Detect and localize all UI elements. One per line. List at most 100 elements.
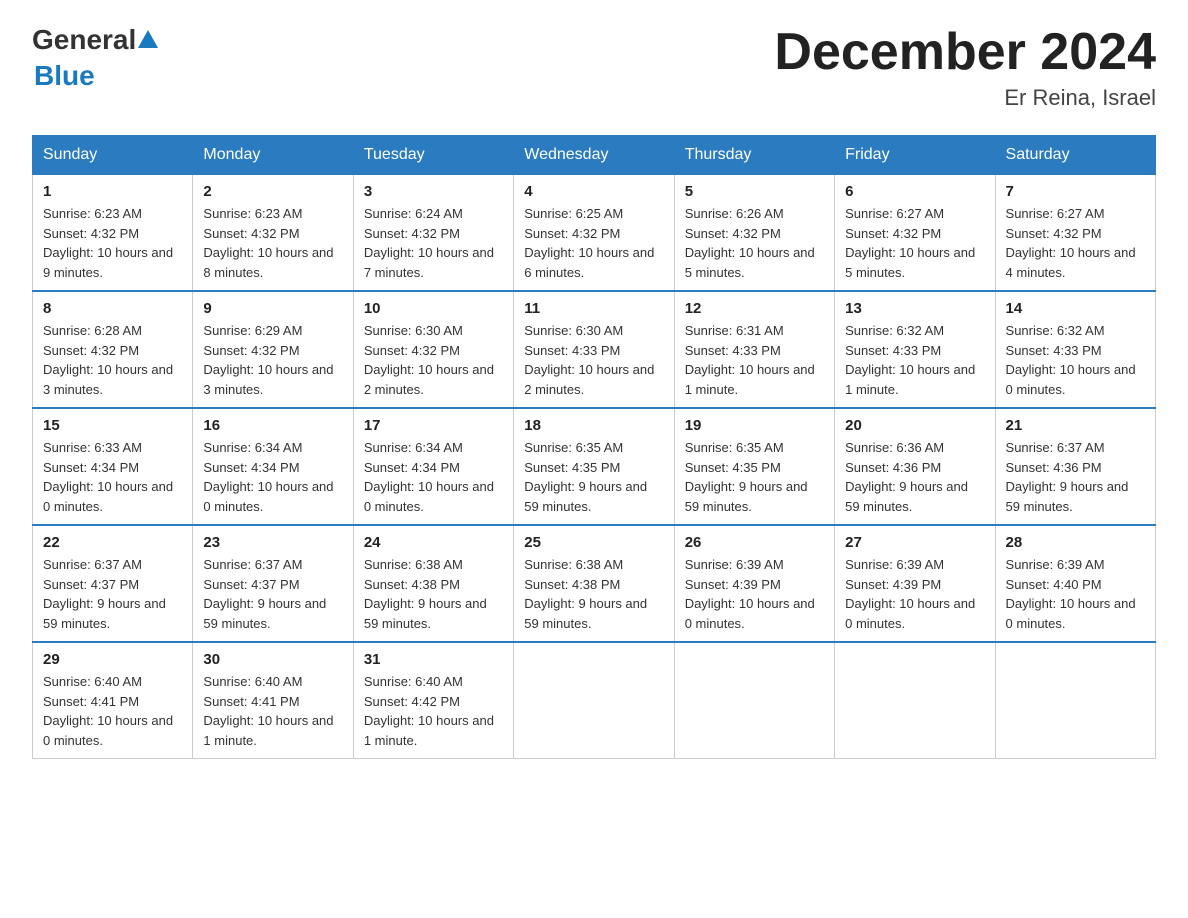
day-info: Sunrise: 6:29 AMSunset: 4:32 PMDaylight:… (203, 321, 342, 399)
logo-triangle-icon (138, 30, 158, 48)
day-cell: 30 Sunrise: 6:40 AMSunset: 4:41 PMDayligh… (193, 642, 353, 759)
week-row-4: 22Sunrise: 6:37 AMSunset: 4:37 PMDayligh… (33, 525, 1156, 642)
day-number: 23 (203, 534, 342, 551)
day-number: 31 (364, 651, 503, 668)
day-number: 18 (524, 417, 663, 434)
col-header-sunday: Sunday (33, 136, 193, 175)
day-cell: 5Sunrise: 6:26 AMSunset: 4:32 PMDaylight… (674, 175, 834, 292)
day-info: Sunrise: 6:32 AMSunset: 4:33 PMDaylight:… (845, 321, 984, 399)
day-number: 11 (524, 300, 663, 317)
page-header: General Blue December 2024 Er Reina, Isr… (32, 24, 1156, 111)
day-cell: 14Sunrise: 6:32 AMSunset: 4:33 PMDayligh… (995, 291, 1155, 408)
calendar-header: SundayMondayTuesdayWednesdayThursdayFrid… (33, 136, 1156, 175)
day-cell: 24 Sunrise: 6:38 AMSunset: 4:38 PMDayligh… (353, 525, 513, 642)
day-number: 14 (1006, 300, 1145, 317)
day-info: Sunrise: 6:30 AMSunset: 4:32 PMDaylight:… (364, 321, 503, 399)
calendar-body: 1 Sunrise: 6:23 AMSunset: 4:32 PMDaylight… (33, 175, 1156, 759)
day-cell (835, 642, 995, 759)
day-cell: 17 Sunrise: 6:34 AMSunset: 4:34 PMDayligh… (353, 408, 513, 525)
week-row-3: 15 Sunrise: 6:33 AMSunset: 4:34 PMDayligh… (33, 408, 1156, 525)
day-number: 20 (845, 417, 984, 434)
page-subtitle: Er Reina, Israel (774, 85, 1156, 111)
day-number: 7 (1006, 183, 1145, 200)
day-info: Sunrise: 6:25 AMSunset: 4:32 PMDaylight:… (524, 204, 663, 282)
day-info: Sunrise: 6:34 AMSunset: 4:34 PMDaylight:… (364, 438, 503, 516)
day-cell: 20 Sunrise: 6:36 AMSunset: 4:36 PMDayligh… (835, 408, 995, 525)
day-info: Sunrise: 6:23 AMSunset: 4:32 PMDaylight:… (43, 204, 182, 282)
day-info: Sunrise: 6:36 AMSunset: 4:36 PMDaylight:… (845, 438, 984, 516)
day-cell: 26 Sunrise: 6:39 AMSunset: 4:39 PMDayligh… (674, 525, 834, 642)
day-cell (674, 642, 834, 759)
day-number: 8 (43, 300, 182, 317)
day-number: 15 (43, 417, 182, 434)
day-info: Sunrise: 6:26 AMSunset: 4:32 PMDaylight:… (685, 204, 824, 282)
day-info: Sunrise: 6:37 AMSunset: 4:37 PMDaylight:… (203, 555, 342, 633)
logo-block: General Blue (32, 24, 158, 92)
week-row-1: 1 Sunrise: 6:23 AMSunset: 4:32 PMDaylight… (33, 175, 1156, 292)
day-cell: 22Sunrise: 6:37 AMSunset: 4:37 PMDayligh… (33, 525, 193, 642)
day-cell (995, 642, 1155, 759)
day-cell: 13 Sunrise: 6:32 AMSunset: 4:33 PMDayligh… (835, 291, 995, 408)
logo: General Blue (32, 24, 158, 92)
day-info: Sunrise: 6:39 AMSunset: 4:39 PMDaylight:… (685, 555, 824, 633)
day-cell: 15 Sunrise: 6:33 AMSunset: 4:34 PMDayligh… (33, 408, 193, 525)
day-number: 13 (845, 300, 984, 317)
day-info: Sunrise: 6:27 AMSunset: 4:32 PMDaylight:… (1006, 204, 1145, 282)
day-cell: 21Sunrise: 6:37 AMSunset: 4:36 PMDayligh… (995, 408, 1155, 525)
day-cell: 9 Sunrise: 6:29 AMSunset: 4:32 PMDaylight… (193, 291, 353, 408)
logo-blue-text: Blue (34, 60, 95, 91)
day-number: 30 (203, 651, 342, 668)
day-number: 27 (845, 534, 984, 551)
day-cell: 12Sunrise: 6:31 AMSunset: 4:33 PMDayligh… (674, 291, 834, 408)
day-number: 24 (364, 534, 503, 551)
day-cell: 28 Sunrise: 6:39 AMSunset: 4:40 PMDayligh… (995, 525, 1155, 642)
logo-general-text: General (32, 24, 136, 55)
day-info: Sunrise: 6:39 AMSunset: 4:40 PMDaylight:… (1006, 555, 1145, 633)
day-cell: 7 Sunrise: 6:27 AMSunset: 4:32 PMDaylight… (995, 175, 1155, 292)
day-info: Sunrise: 6:31 AMSunset: 4:33 PMDaylight:… (685, 321, 824, 399)
day-cell: 18 Sunrise: 6:35 AMSunset: 4:35 PMDayligh… (514, 408, 674, 525)
day-info: Sunrise: 6:27 AMSunset: 4:32 PMDaylight:… (845, 204, 984, 282)
day-cell: 6Sunrise: 6:27 AMSunset: 4:32 PMDaylight… (835, 175, 995, 292)
day-number: 29 (43, 651, 182, 668)
week-row-5: 29 Sunrise: 6:40 AMSunset: 4:41 PMDayligh… (33, 642, 1156, 759)
week-row-2: 8 Sunrise: 6:28 AMSunset: 4:32 PMDaylight… (33, 291, 1156, 408)
day-cell: 25Sunrise: 6:38 AMSunset: 4:38 PMDayligh… (514, 525, 674, 642)
day-info: Sunrise: 6:24 AMSunset: 4:32 PMDaylight:… (364, 204, 503, 282)
header-row: SundayMondayTuesdayWednesdayThursdayFrid… (33, 136, 1156, 175)
day-info: Sunrise: 6:38 AMSunset: 4:38 PMDaylight:… (524, 555, 663, 633)
day-info: Sunrise: 6:40 AMSunset: 4:42 PMDaylight:… (364, 672, 503, 750)
calendar-table: SundayMondayTuesdayWednesdayThursdayFrid… (32, 135, 1156, 759)
day-cell: 1 Sunrise: 6:23 AMSunset: 4:32 PMDaylight… (33, 175, 193, 292)
day-cell: 23 Sunrise: 6:37 AMSunset: 4:37 PMDayligh… (193, 525, 353, 642)
day-cell: 10 Sunrise: 6:30 AMSunset: 4:32 PMDayligh… (353, 291, 513, 408)
col-header-wednesday: Wednesday (514, 136, 674, 175)
day-info: Sunrise: 6:35 AMSunset: 4:35 PMDaylight:… (524, 438, 663, 516)
day-number: 17 (364, 417, 503, 434)
day-number: 28 (1006, 534, 1145, 551)
day-number: 26 (685, 534, 824, 551)
day-cell: 16Sunrise: 6:34 AMSunset: 4:34 PMDayligh… (193, 408, 353, 525)
day-cell: 4 Sunrise: 6:25 AMSunset: 4:32 PMDaylight… (514, 175, 674, 292)
day-info: Sunrise: 6:40 AMSunset: 4:41 PMDaylight:… (203, 672, 342, 750)
day-info: Sunrise: 6:28 AMSunset: 4:32 PMDaylight:… (43, 321, 182, 399)
day-number: 4 (524, 183, 663, 200)
page-title: December 2024 (774, 24, 1156, 81)
day-cell: 11Sunrise: 6:30 AMSunset: 4:33 PMDayligh… (514, 291, 674, 408)
day-info: Sunrise: 6:37 AMSunset: 4:36 PMDaylight:… (1006, 438, 1145, 516)
day-number: 9 (203, 300, 342, 317)
col-header-friday: Friday (835, 136, 995, 175)
col-header-thursday: Thursday (674, 136, 834, 175)
day-number: 1 (43, 183, 182, 200)
day-info: Sunrise: 6:23 AMSunset: 4:32 PMDaylight:… (203, 204, 342, 282)
day-number: 19 (685, 417, 824, 434)
day-number: 10 (364, 300, 503, 317)
day-cell: 19Sunrise: 6:35 AMSunset: 4:35 PMDayligh… (674, 408, 834, 525)
day-info: Sunrise: 6:33 AMSunset: 4:34 PMDaylight:… (43, 438, 182, 516)
day-cell: 2 Sunrise: 6:23 AMSunset: 4:32 PMDaylight… (193, 175, 353, 292)
day-number: 2 (203, 183, 342, 200)
day-info: Sunrise: 6:39 AMSunset: 4:39 PMDaylight:… (845, 555, 984, 633)
day-info: Sunrise: 6:34 AMSunset: 4:34 PMDaylight:… (203, 438, 342, 516)
day-cell: 3Sunrise: 6:24 AMSunset: 4:32 PMDaylight… (353, 175, 513, 292)
day-info: Sunrise: 6:38 AMSunset: 4:38 PMDaylight:… (364, 555, 503, 633)
